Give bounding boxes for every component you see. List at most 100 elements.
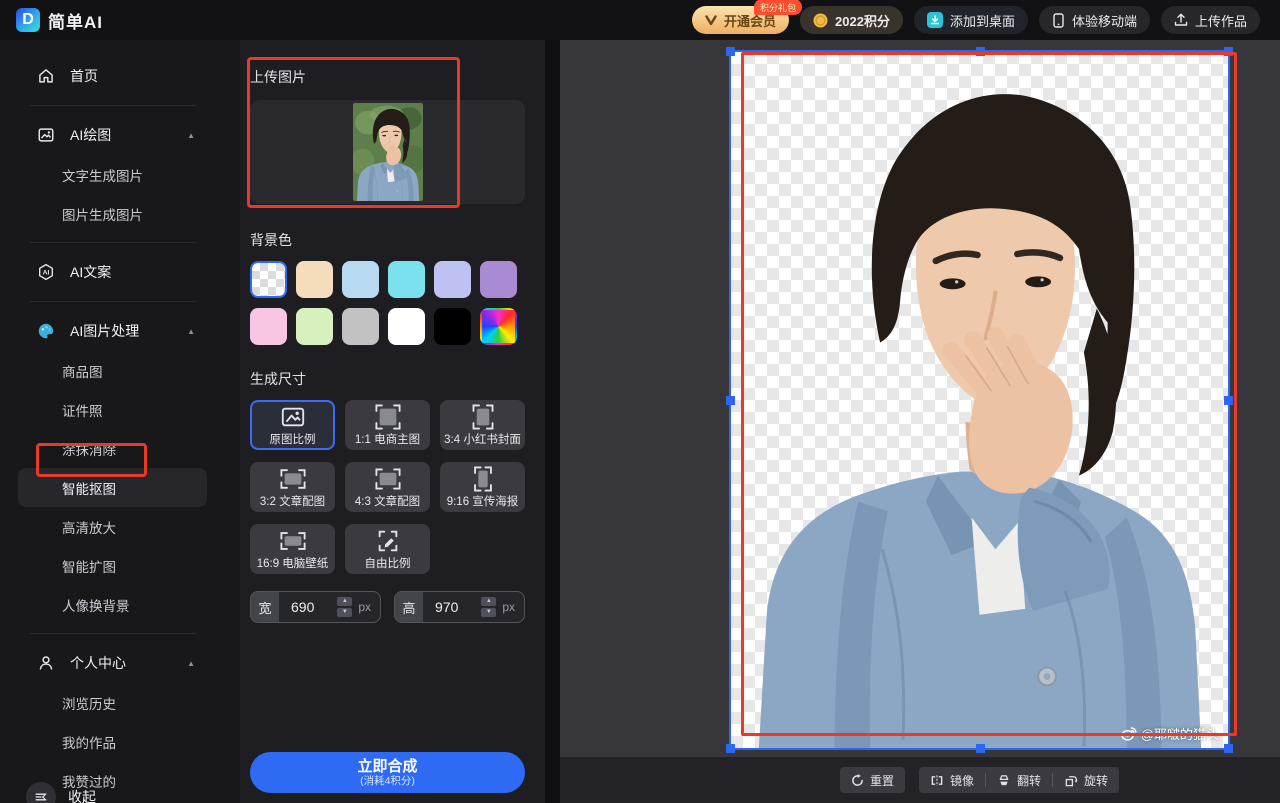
sidebar-item-hd-upscale[interactable]: 高清放大 (0, 507, 240, 546)
crop-icon (470, 403, 496, 430)
upload-work-button[interactable]: 上传作品 (1161, 6, 1260, 34)
size-option-9-16[interactable]: 9:16 宣传海报 (440, 462, 525, 512)
height-unit: px (502, 600, 515, 614)
points-button[interactable]: 2022积分 (800, 6, 903, 34)
width-label: 宽 (251, 592, 279, 622)
height-input[interactable] (423, 599, 481, 615)
upload-card[interactable] (250, 100, 525, 204)
sidebar-item-my-works[interactable]: 我的作品 (0, 722, 240, 761)
size-option-free[interactable]: 自由比例 (345, 524, 430, 574)
vip-v-icon (705, 15, 717, 26)
chevron-up-icon[interactable]: ▲ (187, 131, 195, 140)
sidebar-item-label: 智能抠图 (62, 478, 116, 498)
crop-icon (470, 465, 496, 492)
dimension-inputs: 宽 ▲▼ px 高 ▲▼ px (250, 591, 525, 623)
points-button-label: 2022积分 (835, 11, 890, 30)
sidebar-item-image-to-image[interactable]: 图片生成图片 (0, 194, 240, 233)
preview-canvas[interactable]: @耶啵的猫头 (729, 50, 1230, 750)
mirror-label: 镜像 (950, 772, 974, 789)
resize-handle-bottom[interactable] (976, 744, 985, 753)
mobile-app-label: 体验移动端 (1072, 11, 1137, 30)
size-option-3-2[interactable]: 3:2 文章配图 (250, 462, 335, 512)
flip-icon (997, 774, 1011, 787)
sidebar-item-smear-erase[interactable]: 涂抹消除 (0, 429, 240, 468)
chevron-up-icon[interactable]: ▲ (187, 327, 195, 336)
upload-work-label: 上传作品 (1195, 11, 1247, 30)
bg-swatch-ffffff[interactable] (388, 308, 425, 345)
generate-button-cost: (消耗4积分) (360, 775, 415, 787)
size-option-4-3[interactable]: 4:3 文章配图 (345, 462, 430, 512)
reset-button[interactable]: 重置 (840, 767, 905, 793)
generate-button[interactable]: 立即合成 (消耗4积分) (250, 752, 525, 793)
resize-handle-top[interactable] (976, 47, 985, 56)
background-color-swatches (250, 261, 525, 345)
size-option-label: 9:16 宣传海报 (447, 493, 519, 509)
sidebar-item-portrait-bg-change[interactable]: 人像换背景 (0, 585, 240, 624)
flip-button[interactable]: 翻转 (986, 767, 1052, 793)
app-logo[interactable]: D 简单AI (16, 8, 103, 33)
sidebar-item-label: AI绘图 (70, 125, 111, 145)
height-stepper-arrows[interactable]: ▲▼ (481, 597, 496, 617)
resize-handle-top-left[interactable] (726, 47, 735, 56)
mirror-icon (930, 774, 944, 787)
sidebar-item-smart-cutout[interactable]: 智能抠图 (18, 468, 207, 507)
panel-divider (545, 40, 560, 803)
sidebar-item-ai-copywriting[interactable]: AI AI文案 (0, 252, 240, 292)
size-option-label: 原图比例 (270, 431, 316, 447)
resize-handle-top-right[interactable] (1224, 47, 1233, 56)
svg-text:AI: AI (43, 270, 50, 277)
width-input[interactable] (279, 599, 337, 615)
bg-swatch-bdc2f2[interactable] (434, 261, 471, 298)
bg-swatch-d8f0bd[interactable] (296, 308, 333, 345)
sidebar-item-browse-history[interactable]: 浏览历史 (0, 683, 240, 722)
bg-swatch-rainbow[interactable] (480, 308, 517, 345)
sidebar-item-home[interactable]: 首页 (0, 56, 240, 96)
collapse-icon (26, 782, 56, 803)
size-option-1-1[interactable]: 1:1 电商主图 (345, 400, 430, 450)
add-to-desktop-button[interactable]: 添加到桌面 (914, 6, 1028, 34)
sidebar-item-label: AI文案 (70, 262, 111, 282)
flip-label: 翻转 (1017, 772, 1041, 789)
watermark-text: @耶啵的猫头 (1141, 724, 1219, 743)
sidebar-item-id-photo[interactable]: 证件照 (0, 390, 240, 429)
bg-swatch-transparent[interactable] (250, 261, 287, 298)
mobile-app-button[interactable]: 体验移动端 (1039, 6, 1150, 34)
vip-button[interactable]: 开通会员 积分礼包 (692, 6, 789, 34)
sidebar-divider (30, 105, 196, 106)
sidebar-item-label: 文字生成图片 (62, 165, 143, 185)
sidebar-item-label: 涂抹消除 (62, 439, 116, 459)
bg-swatch-000000[interactable] (434, 308, 471, 345)
bg-swatch-a98bd4[interactable] (480, 261, 517, 298)
sidebar-item-ai-draw[interactable]: AI绘图 ▲ (0, 115, 240, 155)
app-body: 首页 AI绘图 ▲ 文字生成图片图片生成图片 AI AI文案 AI图片处理▲商品图证件照涂抹… (0, 40, 1280, 803)
phone-icon (1052, 13, 1065, 28)
size-option-original[interactable]: 原图比例 (250, 400, 335, 450)
sidebar-item-collapse[interactable]: 收起 (0, 782, 96, 803)
preview-panel: @耶啵的猫头 重置 镜像 (560, 40, 1280, 803)
width-stepper-arrows[interactable]: ▲▼ (337, 597, 352, 617)
sidebar-item-personal-center[interactable]: 个人中心▲ (0, 643, 240, 683)
bg-swatch-c2c2c2[interactable] (342, 308, 379, 345)
app-root: D 简单AI 开通会员 积分礼包 2022积分 添加到桌面 体验移动端 (0, 0, 1280, 803)
bg-swatch-7ce1ef[interactable] (388, 261, 425, 298)
rotate-button[interactable]: 旋转 (1053, 767, 1119, 793)
mirror-button[interactable]: 镜像 (919, 767, 985, 793)
bg-swatch-f5dcba[interactable] (296, 261, 333, 298)
sidebar-item-text-to-image[interactable]: 文字生成图片 (0, 155, 240, 194)
resize-handle-bottom-right[interactable] (1224, 744, 1233, 753)
resize-handle-bottom-left[interactable] (726, 744, 735, 753)
bg-swatch-f8c6e3[interactable] (250, 308, 287, 345)
sidebar-item-product-image[interactable]: 商品图 (0, 351, 240, 390)
bg-swatch-b7d9f2[interactable] (342, 261, 379, 298)
resize-handle-left[interactable] (726, 396, 735, 405)
chevron-up-icon[interactable]: ▲ (187, 659, 195, 668)
sidebar-item-ai-image-processing[interactable]: AI图片处理▲ (0, 311, 240, 351)
sidebar-item-smart-expand[interactable]: 智能扩图 (0, 546, 240, 585)
size-option-16-9[interactable]: 16:9 电脑壁纸 (250, 524, 335, 574)
height-label: 高 (395, 592, 423, 622)
weibo-icon (1121, 726, 1137, 741)
resize-handle-right[interactable] (1224, 396, 1233, 405)
size-options: 原图比例 1:1 电商主图3:4 小红书封面 3:2 文章配图4:3 文章配图 9:1… (250, 400, 525, 574)
size-option-label: 16:9 电脑壁纸 (257, 555, 329, 571)
size-option-3-4[interactable]: 3:4 小红书封面 (440, 400, 525, 450)
